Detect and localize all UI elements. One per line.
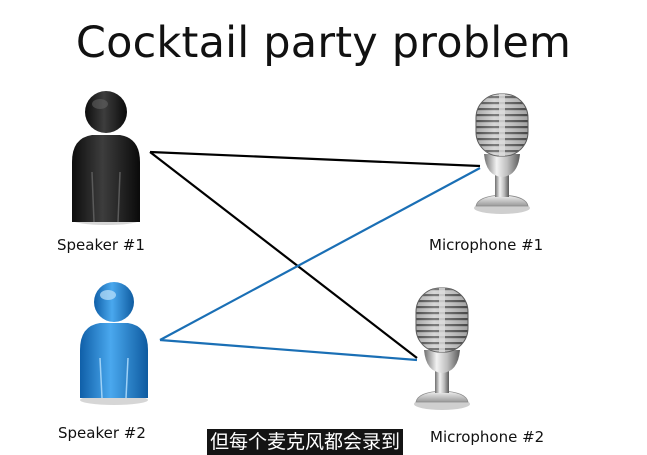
microphone-2-label: Microphone #2	[430, 428, 545, 446]
line-speaker1-mic2	[149, 151, 418, 359]
slide: Cocktail party problem Speaker #1 Microp…	[0, 0, 647, 455]
speaker-1-person-icon	[72, 91, 140, 225]
microphone-1-label: Microphone #1	[429, 236, 544, 254]
speaker-1-label: Speaker #1	[57, 236, 145, 254]
speaker-2-label: Speaker #2	[58, 424, 146, 442]
line-speaker2-mic2	[159, 338, 418, 362]
speaker-2-person-icon	[80, 282, 148, 405]
diagram	[72, 91, 530, 410]
line-speaker1-mic1	[149, 150, 481, 168]
microphone-2-icon	[414, 287, 470, 410]
video-subtitle: 但每个麦克风都会录到	[207, 429, 404, 455]
microphone-1-icon	[474, 93, 530, 214]
